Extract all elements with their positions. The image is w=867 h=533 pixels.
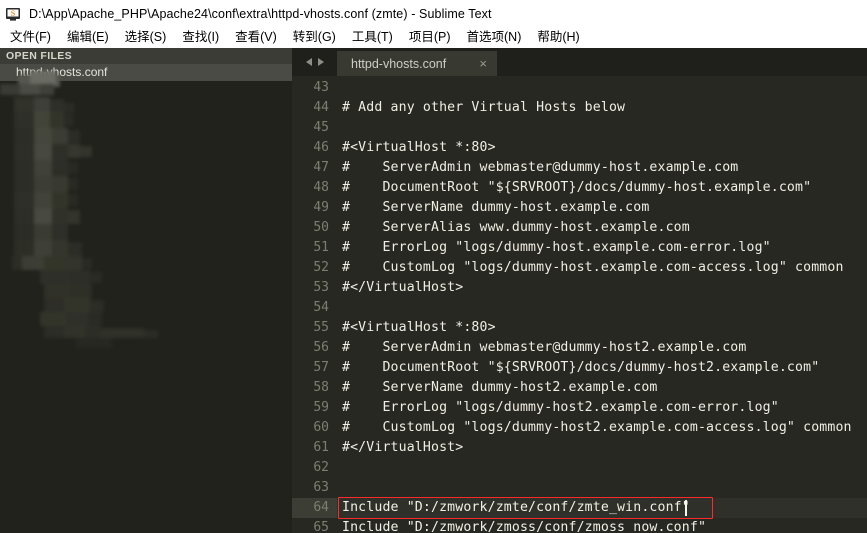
sidebar-section-open-files: OPEN FILES [0, 48, 292, 64]
line-text: #<VirtualHost *:80> [342, 320, 496, 335]
line-number: 55 [313, 320, 329, 335]
code-line[interactable]: 60 # CustomLog "logs/dummy-host2.example… [292, 418, 867, 438]
code-line[interactable]: 43 [292, 78, 867, 98]
line-number: 43 [313, 80, 329, 95]
title-bar: S D:\App\Apache_PHP\Apache24\conf\extra\… [0, 0, 867, 27]
line-text: Include "D:/zmwork/zmoss/conf/zmoss_now.… [342, 520, 707, 533]
code-line[interactable]: 59 # ErrorLog "logs/dummy-host2.example.… [292, 398, 867, 418]
line-text: # ServerName dummy-host2.example.com [342, 380, 658, 395]
code-line[interactable]: 53 #</VirtualHost> [292, 278, 867, 298]
code-line[interactable]: 48 # DocumentRoot "${SRVROOT}/docs/dummy… [292, 178, 867, 198]
window-title: D:\App\Apache_PHP\Apache24\conf\extra\ht… [29, 6, 492, 21]
sublime-text-window: S D:\App\Apache_PHP\Apache24\conf\extra\… [0, 0, 867, 533]
text-caret [685, 500, 687, 516]
line-text: # Add any other Virtual Hosts below [342, 100, 626, 115]
line-number: 57 [313, 360, 329, 375]
line-text: # DocumentRoot "${SRVROOT}/docs/dummy-ho… [342, 180, 812, 195]
line-number: 48 [313, 180, 329, 195]
line-text: # ErrorLog "logs/dummy-host2.example.com… [342, 400, 779, 415]
arrow-right-icon[interactable] [317, 58, 324, 66]
code-line[interactable]: 46 #<VirtualHost *:80> [292, 138, 867, 158]
line-text: # ServerName dummy-host.example.com [342, 200, 650, 215]
line-number: 65 [313, 520, 329, 533]
sidebar-blurred-file-tree [0, 71, 292, 533]
line-number: 62 [313, 460, 329, 475]
code-line[interactable]: 45 [292, 118, 867, 138]
line-number: 44 [313, 100, 329, 115]
menu-view[interactable]: 查看(V) [227, 29, 285, 47]
line-text: # CustomLog "logs/dummy-host2.example.co… [342, 420, 852, 435]
line-number: 56 [313, 340, 329, 355]
line-number: 45 [313, 120, 329, 135]
line-number: 64 [292, 498, 337, 518]
line-number: 63 [313, 480, 329, 495]
line-text: # ServerAdmin webmaster@dummy-host.examp… [342, 160, 739, 175]
line-number: 60 [313, 420, 329, 435]
main-body: OPEN FILES httpd-vhosts.conf httpd-vhost… [0, 48, 867, 533]
close-icon[interactable]: × [479, 57, 487, 70]
tab-bar: httpd-vhosts.conf × [292, 48, 867, 76]
menu-file[interactable]: 文件(F) [2, 29, 59, 47]
line-number: 61 [313, 440, 329, 455]
line-number: 50 [313, 220, 329, 235]
code-line[interactable]: 47 # ServerAdmin webmaster@dummy-host.ex… [292, 158, 867, 178]
line-number: 58 [313, 380, 329, 395]
line-text: # ServerAdmin webmaster@dummy-host2.exam… [342, 340, 747, 355]
line-text: #</VirtualHost> [342, 280, 464, 295]
line-text: # DocumentRoot "${SRVROOT}/docs/dummy-ho… [342, 360, 820, 375]
menu-bar: 文件(F) 编辑(E) 选择(S) 查找(I) 查看(V) 转到(G) 工具(T… [0, 27, 867, 48]
line-number: 51 [313, 240, 329, 255]
sidebar-item-httpd-vhosts-conf[interactable]: httpd-vhosts.conf [0, 64, 292, 81]
line-text: #</VirtualHost> [342, 440, 464, 455]
code-line[interactable]: 63 [292, 478, 867, 498]
tab-navigation [292, 48, 337, 76]
menu-goto[interactable]: 转到(G) [285, 29, 344, 47]
code-line[interactable]: 61 #</VirtualHost> [292, 438, 867, 458]
line-text: # ServerAlias www.dummy-host.example.com [342, 220, 690, 235]
code-line[interactable]: 44 # Add any other Virtual Hosts below [292, 98, 867, 118]
line-text: #<VirtualHost *:80> [342, 140, 496, 155]
code-line[interactable]: 52 # CustomLog "logs/dummy-host.example.… [292, 258, 867, 278]
code-line[interactable]: 57 # DocumentRoot "${SRVROOT}/docs/dummy… [292, 358, 867, 378]
editor-pane: httpd-vhosts.conf × 43 44 # Add any othe… [292, 48, 867, 533]
menu-tools[interactable]: 工具(T) [344, 29, 401, 47]
sidebar: OPEN FILES httpd-vhosts.conf [0, 48, 292, 533]
tab-label: httpd-vhosts.conf [351, 56, 447, 71]
line-number: 54 [313, 300, 329, 315]
code-line[interactable]: 54 [292, 298, 867, 318]
line-number: 52 [313, 260, 329, 275]
svg-text:S: S [11, 9, 16, 18]
menu-edit[interactable]: 编辑(E) [59, 29, 117, 47]
menu-selection[interactable]: 选择(S) [117, 29, 175, 47]
line-number: 53 [313, 280, 329, 295]
code-line[interactable]: 50 # ServerAlias www.dummy-host.example.… [292, 218, 867, 238]
menu-help[interactable]: 帮助(H) [529, 29, 587, 47]
code-lines: 43 44 # Add any other Virtual Hosts belo… [292, 78, 867, 533]
line-number: 49 [313, 200, 329, 215]
line-number: 47 [313, 160, 329, 175]
code-line[interactable]: 58 # ServerName dummy-host2.example.com [292, 378, 867, 398]
code-line[interactable]: 49 # ServerName dummy-host.example.com [292, 198, 867, 218]
code-line[interactable]: 55 #<VirtualHost *:80> [292, 318, 867, 338]
menu-find[interactable]: 查找(I) [174, 29, 227, 47]
line-text: # CustomLog "logs/dummy-host.example.com… [342, 260, 844, 275]
code-line[interactable]: 56 # ServerAdmin webmaster@dummy-host2.e… [292, 338, 867, 358]
tab-httpd-vhosts-conf[interactable]: httpd-vhosts.conf × [337, 51, 497, 76]
code-line[interactable]: 65 Include "D:/zmwork/zmoss/conf/zmoss_n… [292, 518, 867, 533]
code-line[interactable]: 62 [292, 458, 867, 478]
arrow-left-icon[interactable] [305, 58, 312, 66]
menu-project[interactable]: 项目(P) [401, 29, 459, 47]
sublime-text-icon: S [5, 6, 21, 22]
line-text: # ErrorLog "logs/dummy-host.example.com-… [342, 240, 771, 255]
line-text: Include "D:/zmwork/zmte/conf/zmte_win.co… [342, 500, 690, 515]
line-number: 46 [313, 140, 329, 155]
menu-preferences[interactable]: 首选项(N) [459, 29, 530, 47]
code-line-active[interactable]: 64 Include "D:/zmwork/zmte/conf/zmte_win… [292, 498, 867, 518]
line-number: 59 [313, 400, 329, 415]
code-editor[interactable]: 43 44 # Add any other Virtual Hosts belo… [292, 76, 867, 533]
code-line[interactable]: 51 # ErrorLog "logs/dummy-host.example.c… [292, 238, 867, 258]
